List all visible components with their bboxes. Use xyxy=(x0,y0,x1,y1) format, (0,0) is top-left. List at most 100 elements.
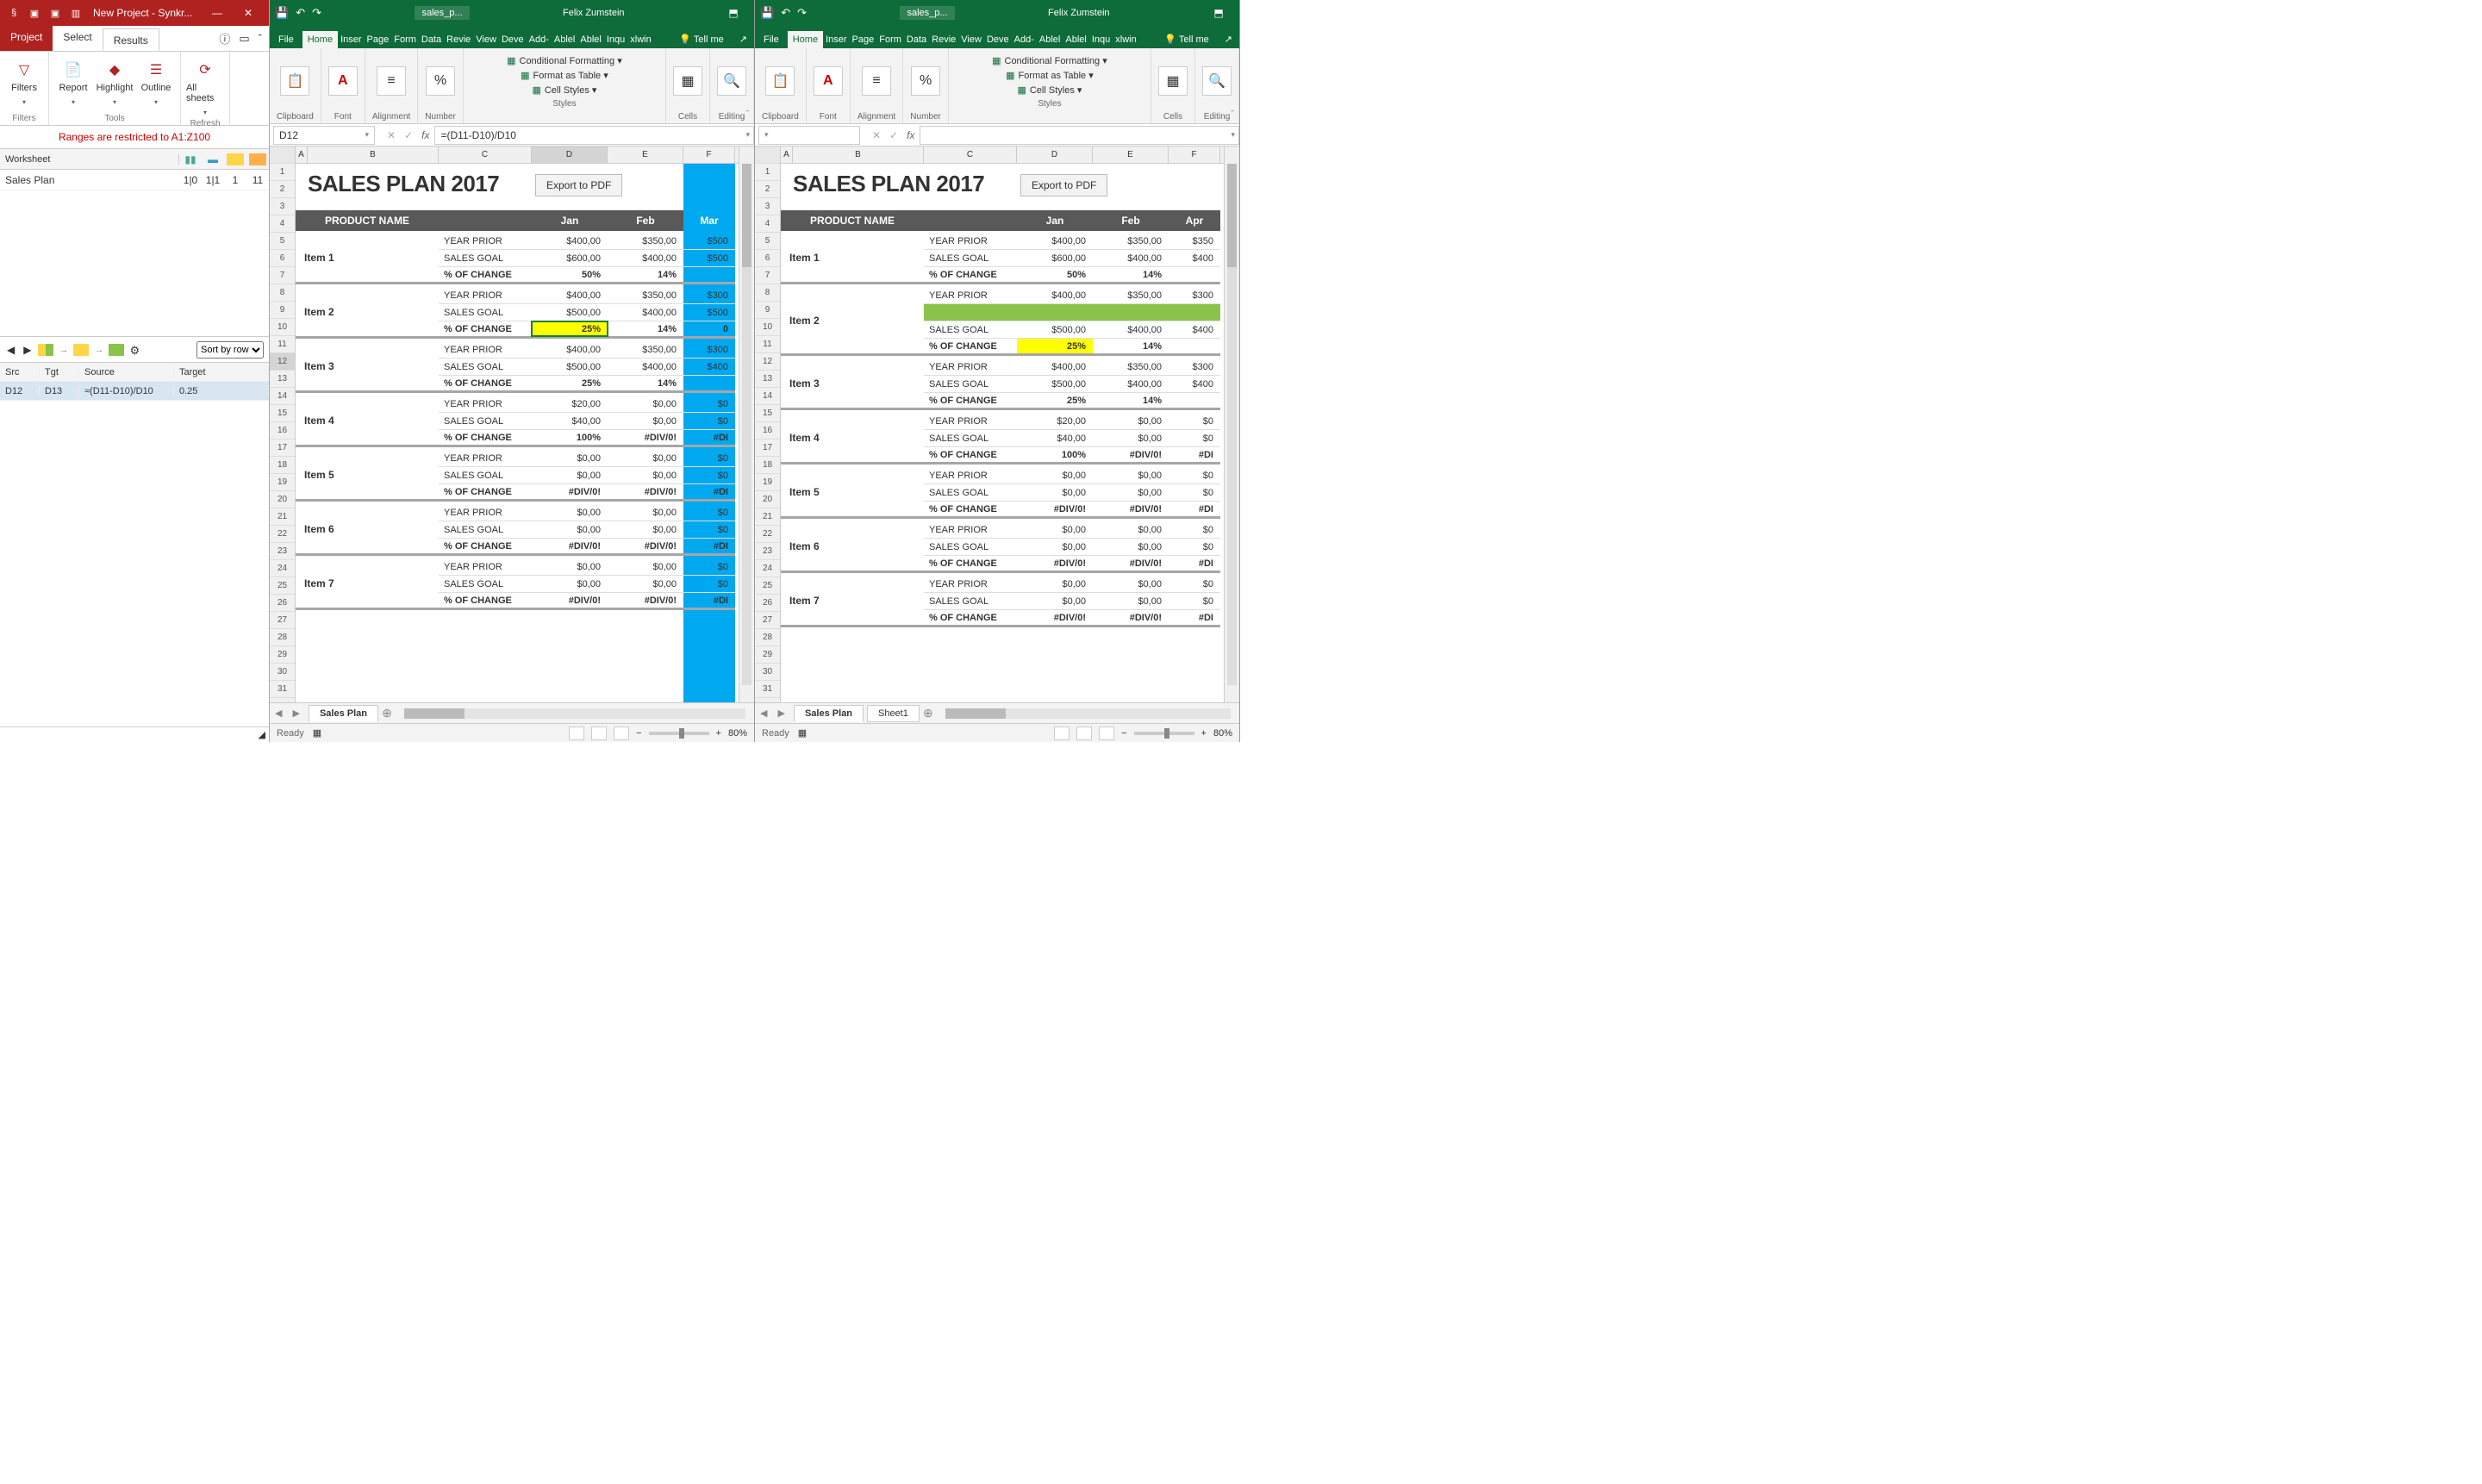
editing-icon[interactable]: 🔍 xyxy=(717,66,746,96)
name-box[interactable]: D12 xyxy=(273,126,375,145)
zoom-in-icon[interactable]: + xyxy=(1201,728,1207,739)
row-header-13[interactable]: 13 xyxy=(755,371,780,388)
row-header-25[interactable]: 25 xyxy=(270,577,295,595)
row-header-23[interactable]: 23 xyxy=(270,543,295,560)
row-header-24[interactable]: 24 xyxy=(270,560,295,577)
tb-icon-2[interactable]: ▣ xyxy=(47,4,64,22)
doc-name[interactable]: sales_p... xyxy=(900,6,954,20)
align-icon[interactable]: ≡ xyxy=(377,66,406,96)
redo-icon[interactable]: ↷ xyxy=(797,6,807,20)
menu-form[interactable]: Form xyxy=(876,31,904,48)
row-header-27[interactable]: 27 xyxy=(755,612,780,629)
col-header-A[interactable]: A xyxy=(296,147,308,163)
page-layout-icon[interactable] xyxy=(1076,726,1092,740)
tell-me[interactable]: 💡 Tell me xyxy=(670,30,732,48)
row-header-19[interactable]: 19 xyxy=(270,474,295,491)
row-header-20[interactable]: 20 xyxy=(270,491,295,508)
cancel-formula-icon[interactable]: ✕ xyxy=(872,129,881,141)
help-icon[interactable]: ⓘ xyxy=(219,30,230,47)
diff-filter-2[interactable] xyxy=(73,344,89,356)
add-sheet-button[interactable]: ⊕ xyxy=(920,706,937,720)
menu-inser[interactable]: Inser xyxy=(823,31,849,48)
row-header-12[interactable]: 12 xyxy=(270,353,295,371)
row-header-28[interactable]: 28 xyxy=(270,629,295,646)
page-break-icon[interactable] xyxy=(614,726,629,740)
pct-cell-d[interactable]: #DIV/0! xyxy=(1017,556,1093,571)
row-header-18[interactable]: 18 xyxy=(270,457,295,474)
zoom-slider[interactable] xyxy=(1134,732,1194,735)
row-header-9[interactable]: 9 xyxy=(755,302,780,319)
menu-view[interactable]: View xyxy=(958,31,984,48)
row-header-10[interactable]: 10 xyxy=(270,319,295,336)
menu-file[interactable]: File xyxy=(270,31,302,48)
row-header-6[interactable]: 6 xyxy=(270,250,295,267)
sheet-tab-Sheet1[interactable]: Sheet1 xyxy=(867,705,920,722)
menu-page[interactable]: Page xyxy=(850,31,877,48)
prev-diff-icon[interactable]: ◀ xyxy=(5,342,16,358)
col-icon-3[interactable] xyxy=(224,152,246,167)
row-header-1[interactable]: 1 xyxy=(270,164,295,181)
menu-ablel[interactable]: Ablel xyxy=(577,31,603,48)
editing-icon[interactable]: 🔍 xyxy=(1202,66,1232,96)
col-icon-4[interactable] xyxy=(246,152,269,167)
tab-nav-next[interactable]: ▶ xyxy=(287,708,304,719)
row-header-9[interactable]: 9 xyxy=(270,302,295,319)
cell-styles-button[interactable]: Cell Styles ▾ xyxy=(532,83,596,97)
row-header-5[interactable]: 5 xyxy=(755,233,780,250)
row-header-26[interactable]: 26 xyxy=(270,595,295,612)
menu-revie[interactable]: Revie xyxy=(444,31,473,48)
share-icon[interactable]: ↗ xyxy=(733,30,754,48)
row-header-26[interactable]: 26 xyxy=(755,595,780,612)
minimize-button[interactable] xyxy=(202,0,233,26)
outline-button[interactable]: ☰Outline xyxy=(137,55,175,112)
row-header-11[interactable]: 11 xyxy=(270,336,295,353)
worksheet-row-salesplan[interactable]: Sales Plan 1|0 1|1 1 11 xyxy=(0,170,269,190)
row-header-2[interactable]: 2 xyxy=(270,181,295,198)
tb-icon-3[interactable]: ▥ xyxy=(67,4,84,22)
menu-add-[interactable]: Add- xyxy=(1012,31,1037,48)
menu-ablel[interactable]: Ablel xyxy=(1037,31,1063,48)
pct-cell-d[interactable]: #DIV/0! xyxy=(532,593,608,608)
collapse-ribbon-icon[interactable]: ˆ xyxy=(1231,109,1234,120)
name-box[interactable] xyxy=(758,126,860,145)
cells-icon[interactable]: ▦ xyxy=(1158,66,1188,96)
row-header-3[interactable]: 3 xyxy=(755,198,780,215)
menu-revie[interactable]: Revie xyxy=(929,31,958,48)
doc-name[interactable]: sales_p... xyxy=(415,6,469,20)
zoom-out-icon[interactable]: − xyxy=(636,728,641,739)
normal-view-icon[interactable] xyxy=(1054,726,1070,740)
row-header-17[interactable]: 17 xyxy=(270,440,295,457)
pct-cell-d[interactable]: 25% xyxy=(1017,339,1093,353)
menu-page[interactable]: Page xyxy=(365,31,392,48)
horizontal-scrollbar[interactable] xyxy=(945,708,1231,719)
col-header-C[interactable]: C xyxy=(924,147,1017,163)
row-header-25[interactable]: 25 xyxy=(755,577,780,595)
page-layout-icon[interactable] xyxy=(591,726,607,740)
tab-select[interactable]: Select xyxy=(53,26,102,51)
vertical-scrollbar[interactable] xyxy=(1224,147,1239,702)
row-header-4[interactable]: 4 xyxy=(270,215,295,233)
col-icon-1[interactable]: ▮▮ xyxy=(179,152,202,167)
sheet-tab-Sales Plan[interactable]: Sales Plan xyxy=(794,705,864,722)
allsheets-button[interactable]: ⟳All sheets xyxy=(186,55,224,117)
save-icon[interactable]: 💾 xyxy=(275,6,289,20)
row-header-5[interactable]: 5 xyxy=(270,233,295,250)
normal-view-icon[interactable] xyxy=(569,726,584,740)
accept-formula-icon[interactable]: ✓ xyxy=(889,129,898,141)
row-header-7[interactable]: 7 xyxy=(755,267,780,284)
pct-cell-d[interactable]: 25% xyxy=(532,321,608,336)
next-diff-icon[interactable]: ▶ xyxy=(22,342,33,358)
row-header-23[interactable]: 23 xyxy=(755,543,780,560)
export-pdf-button[interactable]: Export to PDF xyxy=(535,174,622,196)
save-icon[interactable]: 💾 xyxy=(760,6,774,20)
col-header-D[interactable]: D xyxy=(1017,147,1093,163)
menu-data[interactable]: Data xyxy=(904,31,929,48)
row-header-18[interactable]: 18 xyxy=(755,457,780,474)
collapse-icon[interactable]: ˆ xyxy=(259,32,262,45)
tab-nav-prev[interactable]: ◀ xyxy=(270,708,287,719)
pct-cell-d[interactable]: 25% xyxy=(532,376,608,390)
col-header-B[interactable]: B xyxy=(308,147,439,163)
share-icon[interactable]: ↗ xyxy=(1218,30,1239,48)
row-header-12[interactable]: 12 xyxy=(755,353,780,371)
zoom-out-icon[interactable]: − xyxy=(1121,728,1126,739)
